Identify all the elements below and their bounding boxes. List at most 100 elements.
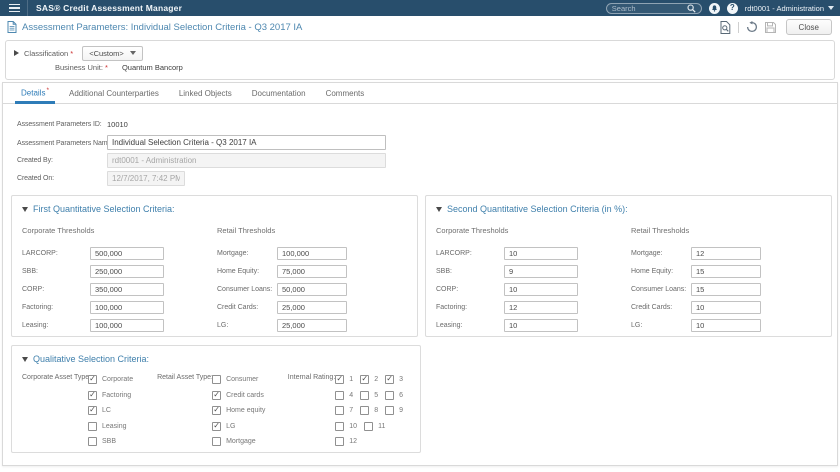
help-icon[interactable] [726,2,738,14]
tab-additional-counterparties[interactable]: Additional Counterparties [59,89,169,103]
threshold-input[interactable] [277,282,347,296]
asset-type-checkbox-item[interactable]: Credit cards [212,388,288,404]
threshold-label: SBB: [22,267,38,275]
threshold-label: Leasing: [22,321,49,329]
search-input[interactable] [611,3,687,13]
rating-checkbox-item[interactable]: 4 [335,388,353,404]
threshold-input[interactable] [504,264,578,278]
asset-type-checkbox-item[interactable]: LG [212,419,288,435]
threshold-row: CORP: [436,280,578,298]
rating-checkbox-item[interactable]: 5 [360,388,378,404]
asset-type-checkbox-item[interactable]: Mortgage [212,434,288,450]
threshold-label: Home Equity: [217,267,260,275]
asset-type-checkbox-item[interactable]: Leasing [88,419,157,435]
collapse-icon[interactable] [22,356,28,362]
checkbox[interactable] [212,437,222,447]
collapse-icon[interactable] [436,206,442,212]
rating-checkbox-item[interactable]: 1 [335,372,353,388]
threshold-input[interactable] [90,246,164,260]
checkbox[interactable] [364,421,374,431]
history-icon[interactable] [746,21,758,33]
rating-checkbox-item[interactable]: 2 [360,372,378,388]
tab-label: Additional Counterparties [68,89,159,98]
checkbox[interactable] [88,421,97,431]
checkbox[interactable] [212,421,222,431]
threshold-input[interactable] [504,282,578,296]
rating-checkbox-item[interactable]: 6 [385,388,403,404]
threshold-input[interactable] [277,300,347,314]
save-icon[interactable] [764,21,776,33]
page-toolbar: Assessment Parameters: Individual Select… [0,16,840,38]
notifications-icon[interactable] [708,2,720,14]
tab-comments[interactable]: Comments [316,89,375,103]
checkbox[interactable] [385,406,395,416]
checkbox-label: 3 [399,376,403,384]
validate-icon[interactable] [720,20,731,34]
page-title: Assessment Parameters: Individual Select… [22,21,303,33]
search-icon[interactable] [687,3,696,13]
threshold-input[interactable] [691,318,761,332]
classification-dropdown[interactable]: <Custom> [82,45,143,61]
checkbox[interactable] [88,437,97,447]
tab-linked-objects[interactable]: Linked Objects [169,89,242,103]
threshold-input[interactable] [504,300,578,314]
threshold-input[interactable] [277,318,347,332]
tab-documentation[interactable]: Documentation [242,89,316,103]
checkbox[interactable] [385,390,395,400]
rating-checkbox-item[interactable]: 9 [385,403,403,419]
threshold-input[interactable] [90,300,164,314]
rating-checkbox-item[interactable]: 11 [364,419,385,435]
asset-type-checkbox-item[interactable]: Home equity [212,403,288,419]
checkbox[interactable] [212,375,222,385]
checkbox[interactable] [385,375,395,385]
checkbox[interactable] [360,375,370,385]
checkbox[interactable] [88,375,97,385]
classification-label: Classification * [24,48,74,58]
asset-type-checkbox-item[interactable]: LC [88,403,157,419]
checkbox[interactable] [212,390,222,400]
asset-type-checkbox-item[interactable]: Consumer [212,372,288,388]
threshold-input[interactable] [504,246,578,260]
collapse-icon[interactable] [22,206,28,212]
checkbox[interactable] [335,390,345,400]
threshold-input[interactable] [691,282,761,296]
checkbox[interactable] [88,406,97,416]
user-menu[interactable]: rdt0001 - Administration [745,4,834,13]
retail-asset-type-list: Consumer Credit cards Home equity [212,372,288,450]
global-search[interactable] [605,2,702,14]
threshold-input[interactable] [691,300,761,314]
threshold-input[interactable] [90,264,164,278]
asset-type-checkbox-item[interactable]: Factoring [88,388,157,404]
rating-checkbox-item[interactable]: 10 [335,419,357,435]
threshold-input[interactable] [277,246,347,260]
checkbox[interactable] [335,421,345,431]
assessment-name-input[interactable] [107,135,386,150]
checkbox-label: 1 [349,376,354,384]
checkbox[interactable] [335,375,345,385]
threshold-input[interactable] [90,282,164,296]
checkbox[interactable] [335,406,345,416]
tab-details[interactable]: Details* [11,87,59,104]
threshold-input[interactable] [504,318,578,332]
rating-checkbox-item[interactable]: 12 [335,434,357,450]
threshold-row: Home Equity: [631,262,761,280]
rating-checkbox-item[interactable]: 3 [385,372,403,388]
menu-icon[interactable] [9,3,20,13]
checkbox[interactable] [360,406,370,416]
created-by-label: Created By: [17,157,53,164]
rating-checkbox-item[interactable]: 7 [335,403,353,419]
close-button[interactable]: Close [785,19,832,35]
checkbox[interactable] [212,406,222,416]
checkbox[interactable] [360,390,370,400]
checkbox[interactable] [335,437,345,447]
threshold-input[interactable] [691,264,761,278]
asset-type-checkbox-item[interactable]: SBB [88,434,157,450]
rating-checkbox-item[interactable]: 8 [360,403,378,419]
checkbox-label: Mortgage [226,438,256,446]
threshold-input[interactable] [691,246,761,260]
asset-type-checkbox-item[interactable]: Corporate [88,372,157,388]
threshold-input[interactable] [277,264,347,278]
checkbox[interactable] [88,390,97,400]
expand-icon[interactable] [14,50,19,56]
threshold-input[interactable] [90,318,164,332]
